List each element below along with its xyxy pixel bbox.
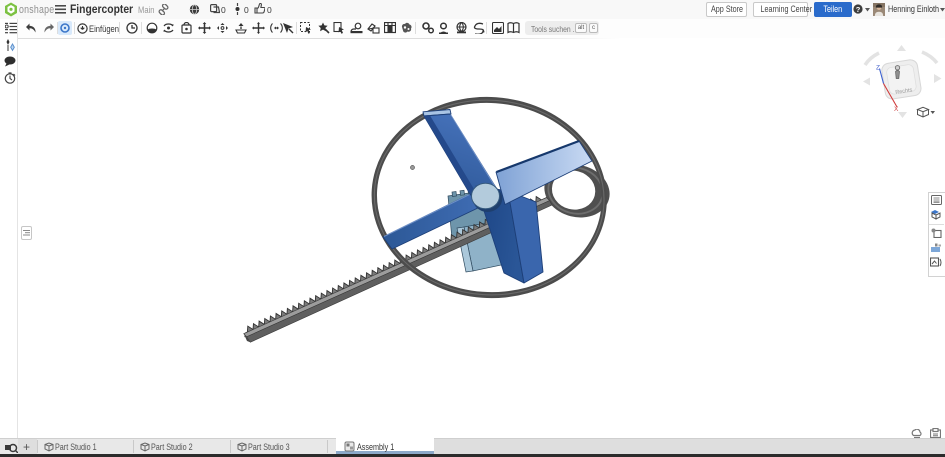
svg-text:X: X	[894, 106, 899, 113]
svg-text:Z: Z	[876, 65, 880, 72]
